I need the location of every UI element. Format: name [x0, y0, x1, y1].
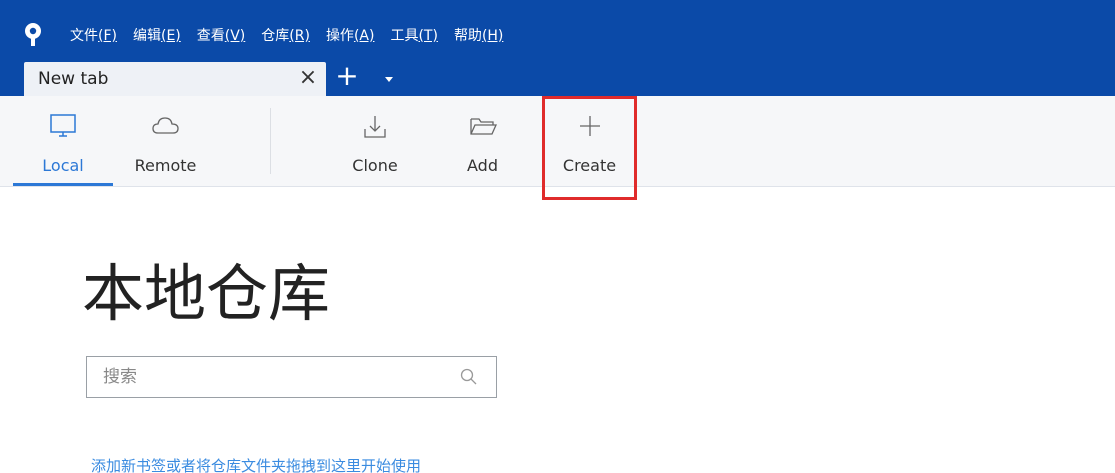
- local-button[interactable]: Local: [13, 96, 113, 186]
- cloud-icon: [151, 117, 179, 134]
- add-label: Add: [467, 156, 498, 175]
- search-icon[interactable]: [459, 367, 479, 387]
- menu-edit[interactable]: 编辑(E): [133, 25, 181, 45]
- add-tab-button[interactable]: +: [332, 62, 362, 92]
- clone-label: Clone: [352, 156, 398, 175]
- active-tab-indicator: [13, 183, 113, 186]
- remote-label: Remote: [134, 156, 197, 175]
- add-button[interactable]: Add: [440, 96, 525, 186]
- page-title: 本地仓库: [82, 257, 331, 330]
- create-highlight-box: [542, 96, 637, 200]
- local-label: Local: [42, 156, 84, 175]
- menu-help[interactable]: 帮助(H): [454, 25, 503, 45]
- menu-repository[interactable]: 仓库(R): [261, 25, 310, 45]
- tab-new-tab[interactable]: New tab ×: [24, 62, 326, 96]
- menu-tools[interactable]: 工具(T): [390, 25, 437, 45]
- search-input[interactable]: [103, 357, 443, 396]
- menu-view[interactable]: 查看(V): [197, 25, 246, 45]
- menu-file[interactable]: 文件(F): [70, 25, 117, 45]
- clone-button[interactable]: Clone: [330, 96, 420, 186]
- hint-link[interactable]: 添加新书签或者将仓库文件夹拖拽到这里开始使用: [91, 455, 421, 473]
- tab-title: New tab: [38, 69, 109, 89]
- chevron-down-icon[interactable]: [380, 70, 398, 88]
- remote-button[interactable]: Remote: [118, 96, 213, 186]
- folder-open-icon: [469, 118, 497, 135]
- monitor-icon: [50, 114, 76, 137]
- search-box: [86, 356, 497, 398]
- close-icon[interactable]: ×: [296, 66, 320, 90]
- toolbar-separator: [270, 108, 271, 174]
- menu-actions[interactable]: 操作(A): [326, 25, 375, 45]
- menu-bar: 文件(F) 编辑(E) 查看(V) 仓库(R) 操作(A) 工具(T) 帮助(H…: [70, 23, 519, 47]
- app-logo-icon: [25, 23, 41, 46]
- download-icon: [364, 116, 386, 138]
